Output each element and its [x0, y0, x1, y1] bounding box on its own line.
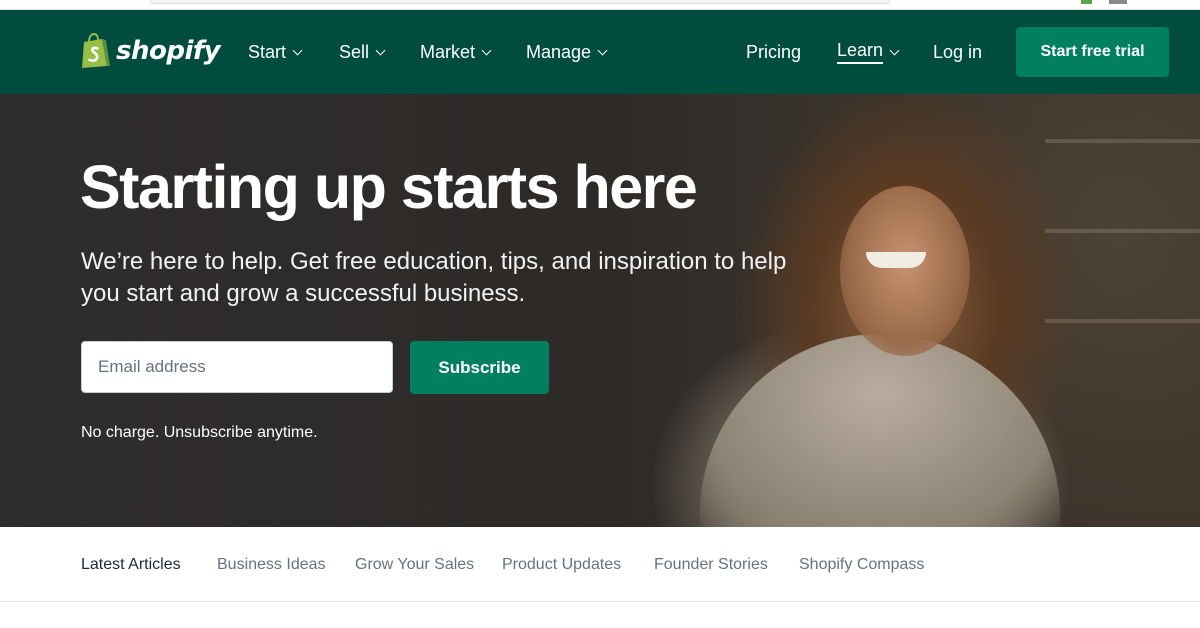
background-shelf	[1045, 319, 1200, 323]
tab-latest-articles[interactable]: Latest Articles	[81, 556, 181, 574]
brand-wordmark: shopify	[116, 36, 221, 66]
extension-icon[interactable]	[1081, 0, 1092, 4]
nav-login-label: Log in	[933, 41, 983, 62]
chevron-down-icon	[597, 45, 608, 55]
subscribe-button[interactable]: Subscribe	[410, 341, 549, 394]
nav-learn[interactable]: Learn	[837, 40, 900, 64]
nav-manage-label: Manage	[526, 41, 592, 62]
chevron-down-icon	[481, 45, 492, 55]
background-shelf	[1045, 139, 1200, 143]
nav-login[interactable]: Log in	[933, 40, 982, 64]
nav-pricing[interactable]: Pricing	[746, 40, 801, 64]
hero-photo-smile	[866, 252, 926, 268]
tab-shopify-compass[interactable]: Shopify Compass	[799, 556, 924, 574]
shopify-logo[interactable]: shopify	[80, 32, 221, 70]
tab-grow-your-sales[interactable]: Grow Your Sales	[355, 556, 474, 574]
hero-title: Starting up starts here	[80, 153, 698, 221]
nav-market[interactable]: Market	[420, 40, 492, 64]
article-category-tabs: Latest Articles Business Ideas Grow Your…	[0, 527, 1200, 602]
site-header: shopify Start Sell Market Manage Pricing…	[0, 10, 1200, 94]
nav-pricing-label: Pricing	[746, 41, 802, 62]
chevron-down-icon	[292, 45, 303, 55]
chevron-down-icon	[375, 45, 386, 55]
address-bar-edge	[150, 0, 890, 4]
hero-photo-person	[700, 334, 1060, 527]
nav-learn-label: Learn	[837, 40, 884, 64]
nav-start[interactable]: Start	[248, 40, 303, 64]
nav-manage[interactable]: Manage	[526, 40, 608, 64]
hero-subtitle: We’re here to help. Get free education, …	[81, 248, 787, 307]
tab-founder-stories[interactable]: Founder Stories	[654, 556, 768, 574]
subscribe-note: No charge. Unsubscribe anytime.	[81, 424, 318, 441]
tab-business-ideas[interactable]: Business Ideas	[217, 556, 326, 574]
nav-sell-label: Sell	[339, 41, 370, 62]
extension-icon[interactable]	[1109, 0, 1127, 4]
hero-banner: Starting up starts here We’re here to he…	[0, 94, 1200, 527]
nav-sell[interactable]: Sell	[339, 40, 386, 64]
browser-top-strip	[0, 0, 1200, 10]
background-shelf	[1045, 229, 1200, 233]
chevron-down-icon	[889, 45, 900, 55]
nav-market-label: Market	[420, 41, 476, 62]
tab-product-updates[interactable]: Product Updates	[502, 556, 621, 574]
hero-photo-face	[840, 186, 970, 356]
start-free-trial-button[interactable]: Start free trial	[1016, 27, 1169, 77]
email-field[interactable]	[81, 341, 393, 393]
shopify-bag-icon	[82, 33, 110, 68]
nav-start-label: Start	[248, 41, 287, 62]
